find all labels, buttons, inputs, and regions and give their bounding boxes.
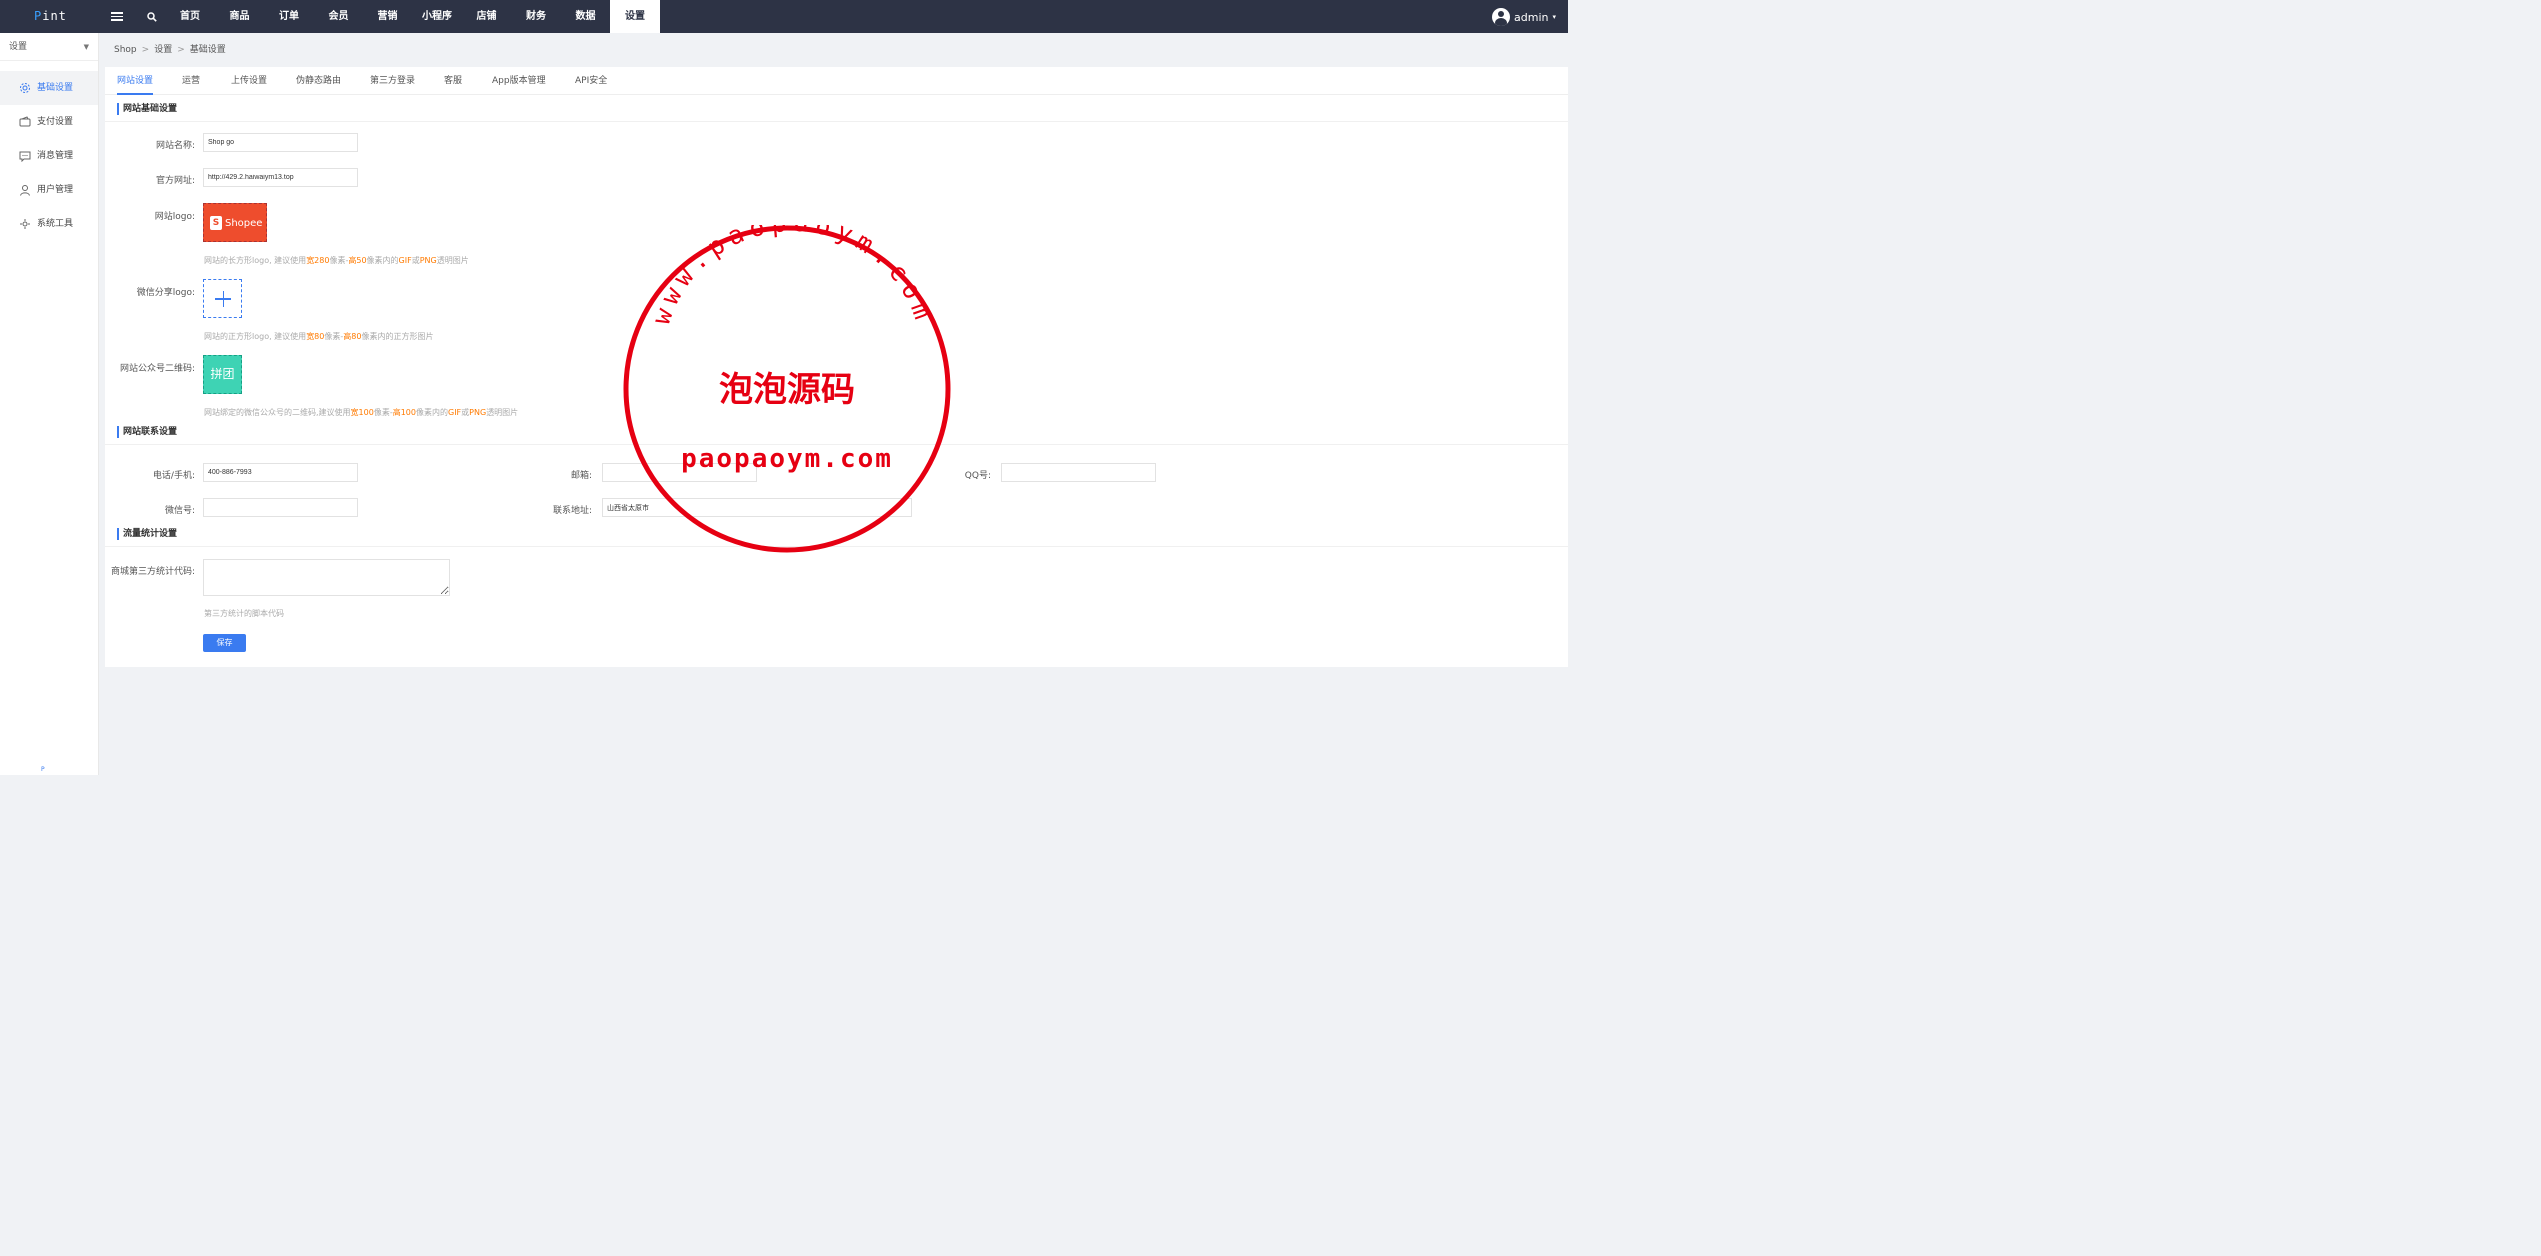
logo-text: Shopee (225, 218, 263, 229)
tab-operations[interactable]: 运营 (182, 67, 200, 95)
breadcrumb: Shop > 设置 > 基础设置 (114, 42, 226, 55)
wx-share-logo-hint: 网站的正方形logo, 建议使用宽80像素-高80像素内的正方形图片 (204, 332, 434, 341)
app-logo[interactable]: Pint (34, 9, 67, 23)
sidebar: 设置 ▼ 基础设置 支付设置 消息管理 用户管理 系统工具 P (0, 33, 99, 775)
sidebar-item-message-management[interactable]: 消息管理 (0, 139, 98, 173)
upload-plus-icon[interactable] (203, 279, 242, 318)
tab-pseudo-static-routes[interactable]: 伪静态路由 (296, 67, 341, 95)
search-icon[interactable] (147, 12, 157, 22)
watermark-stamp: www.paopaoym.com 泡泡源码 paopaoym.com (623, 225, 951, 553)
nav-goods[interactable]: 商品 (215, 0, 264, 33)
top-nav: 首页 商品 订单 会员 营销 小程序 店铺 财务 数据 设置 (165, 0, 660, 33)
address-label: 联系地址: (552, 506, 592, 516)
stats-code-label: 商城第三方统计代码: (110, 567, 195, 577)
save-button[interactable]: 保存 (203, 634, 246, 652)
qq-input[interactable] (1001, 463, 1156, 482)
sidebar-header[interactable]: 设置 ▼ (0, 33, 98, 61)
site-logo-hint: 网站的长方形logo, 建议使用宽280像素-高50像素内的GIF或PNG透明图… (204, 256, 469, 265)
site-name-input[interactable] (203, 133, 358, 152)
sidebar-item-system-tools[interactable]: 系统工具 (0, 207, 98, 241)
chevron-down-icon: ▾ (1552, 13, 1556, 21)
tab-upload-settings[interactable]: 上传设置 (231, 67, 267, 95)
nav-data[interactable]: 数据 (561, 0, 610, 33)
divider (105, 121, 1568, 122)
avatar-icon (1492, 8, 1511, 26)
menu-toggle-icon[interactable] (111, 12, 123, 21)
sidebar-item-user-management[interactable]: 用户管理 (0, 173, 98, 207)
top-bar: Pint 首页 商品 订单 会员 营销 小程序 店铺 财务 数据 设置 admi… (0, 0, 1568, 33)
nav-settings[interactable]: 设置 (610, 0, 660, 33)
breadcrumb-separator: > (177, 45, 185, 55)
tab-site-settings[interactable]: 网站设置 (117, 67, 154, 95)
stamp-bottom-text: paopaoym.com (681, 444, 893, 474)
breadcrumb-item: 基础设置 (189, 45, 226, 55)
tools-icon (20, 219, 30, 229)
chevron-down-icon: ▼ (83, 43, 89, 51)
user-menu[interactable]: admin ▾ (1492, 8, 1556, 26)
wechat-input[interactable] (203, 498, 358, 517)
wechat-label: 微信号: (164, 506, 195, 516)
qr-code-image[interactable]: 拼团 (203, 355, 242, 394)
tab-customer-service[interactable]: 客服 (444, 67, 462, 95)
nav-finance[interactable]: 财务 (511, 0, 561, 33)
section-title-traffic: 流量统计设置 (117, 528, 177, 540)
stats-code-hint: 第三方统计的脚本代码 (204, 609, 284, 618)
nav-orders[interactable]: 订单 (264, 0, 314, 33)
nav-members[interactable]: 会员 (314, 0, 363, 33)
nav-marketing[interactable]: 营销 (363, 0, 412, 33)
breadcrumb-item[interactable]: Shop (114, 45, 137, 55)
user-name: admin (1514, 10, 1549, 24)
section-title-basic: 网站基础设置 (117, 103, 177, 115)
breadcrumb-item[interactable]: 设置 (154, 45, 172, 55)
settings-tabs: 网站设置 运营 上传设置 伪静态路由 第三方登录 客服 App版本管理 API安… (105, 67, 1568, 95)
sidebar-item-basic-settings[interactable]: 基础设置 (0, 71, 98, 105)
site-url-label: 官方网址: (155, 176, 195, 186)
qr-code-label: 网站公众号二维码: (119, 364, 195, 374)
qr-code-hint: 网站绑定的微信公众号的二维码,建议使用宽100像素-高100像素内的GIF或PN… (204, 408, 519, 417)
user-icon (20, 185, 30, 196)
nav-miniprogram[interactable]: 小程序 (412, 0, 462, 33)
tab-app-version[interactable]: App版本管理 (492, 67, 546, 95)
sidebar-item-payment-settings[interactable]: 支付设置 (0, 105, 98, 139)
phone-input[interactable] (203, 463, 358, 482)
wallet-icon (19, 116, 31, 127)
section-title-contact: 网站联系设置 (117, 426, 177, 438)
site-logo-label: 网站logo: (154, 212, 195, 222)
stamp-center-text: 泡泡源码 (719, 370, 855, 410)
shopping-bag-icon: S (210, 216, 222, 230)
gear-icon (20, 83, 30, 93)
phone-label: 电话/手机: (152, 471, 195, 481)
tab-api-security[interactable]: API安全 (575, 67, 607, 95)
site-logo-image[interactable]: S Shopee (203, 203, 267, 242)
message-icon (19, 151, 31, 162)
stamp-arc-text: www.paopaoym.com (646, 225, 939, 328)
breadcrumb-separator: > (141, 45, 150, 55)
tab-third-party-login[interactable]: 第三方登录 (370, 67, 415, 95)
stats-code-textarea[interactable] (203, 559, 450, 596)
nav-store[interactable]: 店铺 (462, 0, 511, 33)
site-name-label: 网站名称: (155, 141, 195, 151)
wx-share-logo-label: 微信分享logo: (136, 288, 195, 298)
email-label: 邮箱: (570, 471, 592, 481)
sidebar-footer-mark: P (41, 766, 45, 773)
site-url-input[interactable] (203, 168, 358, 187)
nav-home[interactable]: 首页 (165, 0, 215, 33)
